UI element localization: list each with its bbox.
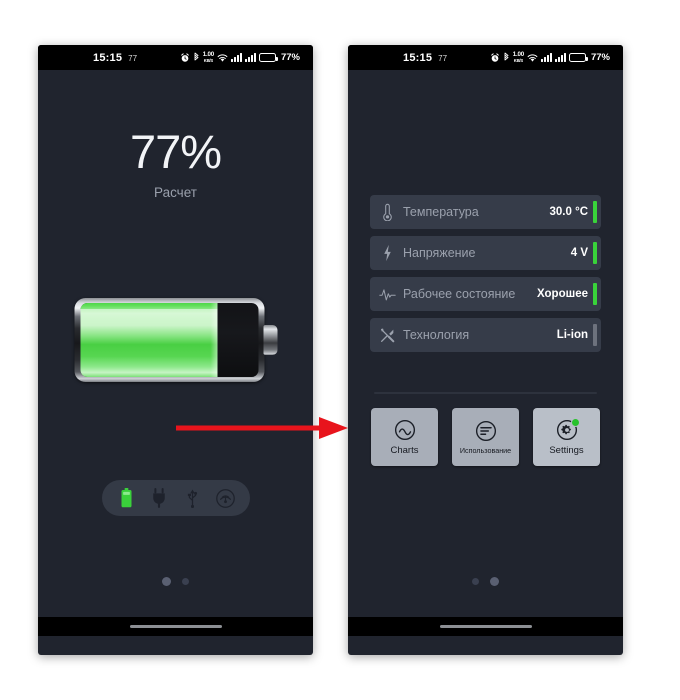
- power-source-pill: [101, 480, 250, 516]
- red-right-arrow: [176, 417, 348, 439]
- info-row-value: Хорошее: [537, 288, 588, 300]
- usage-button[interactable]: Использование: [452, 408, 519, 466]
- status-battery-percent: 77%: [280, 52, 300, 63]
- settings-button[interactable]: Settings: [533, 408, 600, 466]
- app-button-row: Charts Использование Settings: [371, 408, 600, 466]
- page-dot-1[interactable]: [472, 578, 479, 585]
- info-row-indicator: [593, 242, 597, 264]
- wireless-source-icon[interactable]: [214, 487, 236, 509]
- info-row-label: Рабочее состояние: [403, 287, 516, 301]
- alarm-icon: [180, 52, 189, 62]
- info-row-value: Li-ion: [556, 329, 588, 341]
- pulse-icon: [379, 288, 396, 301]
- info-row-temperature[interactable]: Температура 30.0 °C: [370, 195, 601, 229]
- charts-button[interactable]: Charts: [371, 408, 438, 466]
- data-rate-icon: 1.00 KB/S: [203, 52, 214, 63]
- wifi-icon: [217, 53, 228, 62]
- page-dot-2[interactable]: [182, 578, 189, 585]
- info-row-label: Температура: [403, 205, 479, 219]
- battery-graphic-body: [74, 298, 264, 382]
- signal-sim2-icon: [554, 53, 566, 62]
- status-bar-right: 15:15 77 1.00 KB/S 77%: [348, 45, 623, 70]
- status-bar-right-group-2: 1.00 KB/S 77%: [490, 52, 610, 63]
- screen-right: Температура 30.0 °C Напряжение 4 V Рабоч…: [348, 70, 623, 636]
- data-rate-icon: 1.00 KB/S: [513, 52, 524, 63]
- info-row-voltage[interactable]: Напряжение 4 V: [370, 236, 601, 270]
- signal-sim1-icon: [230, 53, 242, 62]
- page-dot-2[interactable]: [490, 577, 499, 586]
- phone-right: 15:15 77 1.00 KB/S 77% Температура 30.0 …: [348, 45, 623, 655]
- battery-graphic: [74, 298, 277, 382]
- wifi-icon: [527, 53, 538, 62]
- info-row-label: Технология: [403, 328, 470, 342]
- charts-button-label: Charts: [390, 444, 419, 456]
- bluetooth-icon: [194, 52, 199, 61]
- info-rows: Температура 30.0 °C Напряжение 4 V Рабоч…: [370, 195, 601, 352]
- tools-icon: [379, 328, 396, 343]
- info-row-indicator: [593, 283, 597, 305]
- settings-badge: [570, 417, 580, 427]
- status-bar-right-group: 1.00 KB/S 77%: [180, 52, 300, 63]
- status-time: 15:15: [403, 51, 433, 64]
- info-row-value: 30.0 °C: [549, 206, 588, 218]
- status-bar-left-group: 15:15 77: [93, 52, 137, 64]
- settings-button-label: Settings: [549, 444, 584, 456]
- nav-bar-right: [348, 617, 623, 636]
- phone-left: 15:15 77 1.00 KB/S 77% 77% Расчет: [38, 45, 313, 655]
- status-temperature: 77: [438, 53, 448, 63]
- info-row-value: 4 V: [570, 247, 588, 259]
- battery-percent-large: 77%: [129, 125, 222, 178]
- screenshot-canvas: 15:15 77 1.00 KB/S 77% 77% Расчет 15:15 …: [0, 0, 680, 700]
- page-indicator-right: [348, 577, 623, 586]
- nav-bar-left: [38, 617, 313, 636]
- usage-button-label: Использование: [459, 445, 512, 455]
- battery-icon: [568, 53, 588, 62]
- status-time: 15:15: [93, 51, 123, 64]
- screen-left: 77% Расчет: [38, 70, 313, 636]
- signal-sim1-icon: [540, 53, 552, 62]
- battery-icon: [258, 53, 278, 62]
- battery-graphic-inner: [80, 303, 258, 377]
- data-rate-unit: KB/S: [513, 57, 523, 63]
- bolt-icon: [379, 244, 396, 262]
- signal-sim2-icon: [244, 53, 256, 62]
- status-bar-left: 15:15 77 1.00 KB/S 77%: [38, 45, 313, 70]
- page-dot-1[interactable]: [162, 577, 171, 586]
- battery-status-text: Расчет: [154, 185, 197, 200]
- thermometer-icon: [379, 203, 396, 221]
- charts-icon: [394, 419, 416, 441]
- bluetooth-icon: [504, 52, 509, 61]
- usb-source-icon[interactable]: [181, 487, 203, 509]
- info-row-label: Напряжение: [403, 246, 476, 260]
- info-row-indicator: [593, 201, 597, 223]
- section-divider: [374, 392, 597, 394]
- info-row-technology[interactable]: Технология Li-ion: [370, 318, 601, 352]
- battery-graphic-fill: [80, 303, 218, 377]
- data-rate-unit: KB/S: [203, 57, 213, 63]
- ac-plug-source-icon[interactable]: [148, 487, 170, 509]
- battery-graphic-cap: [263, 325, 277, 355]
- gesture-home-indicator[interactable]: [129, 625, 222, 628]
- battery-source-icon[interactable]: [115, 487, 137, 509]
- alarm-icon: [490, 52, 499, 62]
- info-row-indicator: [593, 324, 597, 346]
- gear-icon: [556, 417, 580, 441]
- usage-icon: [475, 420, 497, 442]
- page-indicator-left: [38, 577, 313, 586]
- info-row-health[interactable]: Рабочее состояние Хорошее: [370, 277, 601, 311]
- status-battery-percent: 77%: [590, 52, 610, 63]
- gesture-home-indicator[interactable]: [439, 625, 532, 628]
- status-temperature: 77: [128, 53, 138, 63]
- status-bar-left-group-2: 15:15 77: [403, 52, 447, 64]
